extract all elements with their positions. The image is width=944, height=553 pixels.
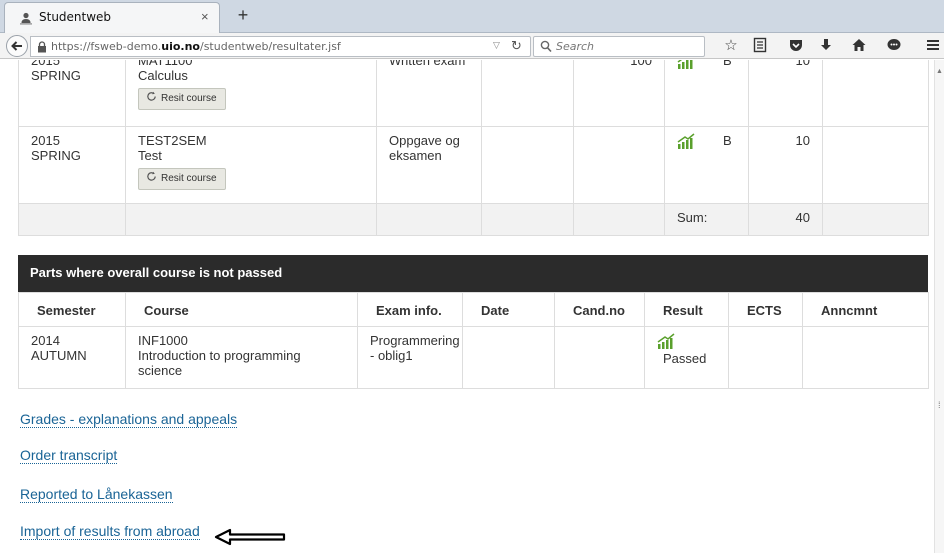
table-row: 2015 SPRING MAT1100 Calculus Resit cours… xyxy=(18,60,929,127)
link-import-results-abroad[interactable]: Import of results from abroad xyxy=(20,523,200,540)
chat-icon[interactable] xyxy=(885,37,903,55)
left-arrow-icon xyxy=(214,528,286,546)
bookmark-star-icon[interactable]: ☆ xyxy=(722,37,740,55)
sum-row: Sum: 40 xyxy=(18,203,929,236)
ects-cell: 10 xyxy=(748,126,823,204)
sum-label: Sum: xyxy=(664,203,749,236)
url-text: https://fsweb-demo.uio.no/studentweb/res… xyxy=(51,40,341,53)
ects-cell: 10 xyxy=(748,60,823,127)
grade-cell: B xyxy=(664,126,749,204)
column-header-exam-info[interactable]: Exam info. xyxy=(357,292,463,327)
address-bar[interactable]: https://fsweb-demo.uio.no/studentweb/res… xyxy=(30,36,531,57)
semester-cell: 2015 SPRING xyxy=(18,60,126,127)
column-header-course[interactable]: Course xyxy=(125,292,358,327)
ects-cell xyxy=(728,326,803,389)
column-header-anncmnt[interactable]: Anncmnt xyxy=(802,292,929,327)
cycle-icon xyxy=(147,171,156,181)
sum-value: 40 xyxy=(748,203,823,236)
column-header-result[interactable]: Result xyxy=(644,292,729,327)
page-content: 2015 SPRING MAT1100 Calculus Resit cours… xyxy=(0,60,944,553)
back-button[interactable] xyxy=(6,35,28,57)
user-favicon-icon xyxy=(20,12,32,25)
link-order-transcript[interactable]: Order transcript xyxy=(20,447,118,464)
scroll-grip-icon[interactable]: ⁞ xyxy=(938,400,941,410)
column-header-ects[interactable]: ECTS xyxy=(728,292,803,327)
reading-list-icon[interactable] xyxy=(751,37,769,55)
cand-no-cell: 100 xyxy=(573,60,665,127)
announcement-cell xyxy=(822,60,929,127)
course-code: INF1000 xyxy=(138,333,188,348)
resit-course-button[interactable]: Resit course xyxy=(138,88,226,110)
date-cell xyxy=(481,60,574,127)
new-tab-button[interactable]: + xyxy=(230,5,256,27)
scroll-up-arrow-icon[interactable]: ▲ xyxy=(936,68,943,75)
bar-chart-trend-icon xyxy=(657,333,675,349)
results-table: 2015 SPRING MAT1100 Calculus Resit cours… xyxy=(18,60,929,236)
course-code: MAT1100 xyxy=(138,60,193,68)
exam-info-cell: Programmering - oblig1 xyxy=(357,326,463,389)
resit-label: Resit course xyxy=(161,93,217,104)
column-header-semester[interactable]: Semester xyxy=(18,292,126,327)
grade-cell: B xyxy=(664,60,749,127)
exam-info-cell: Written exam xyxy=(376,60,482,127)
column-header-date[interactable]: Date xyxy=(462,292,555,327)
table-row: 2015 SPRING TEST2SEM Test Resit course O… xyxy=(18,126,929,204)
scrollbar[interactable] xyxy=(934,60,944,553)
resit-label: Resit course xyxy=(161,173,217,184)
announcement-cell xyxy=(802,326,929,389)
tab-title: Studentweb xyxy=(39,10,112,24)
announcement-cell xyxy=(822,126,929,204)
back-arrow-icon xyxy=(11,41,22,51)
tab-close-icon[interactable]: × xyxy=(201,9,209,24)
menu-icon[interactable] xyxy=(924,37,942,55)
section-title: Parts where overall course is not passed xyxy=(18,255,928,292)
browser-tab[interactable]: Studentweb × xyxy=(4,2,220,33)
semester-cell: 2014 AUTUMN xyxy=(18,326,126,389)
home-icon[interactable] xyxy=(850,37,868,55)
download-icon[interactable] xyxy=(817,37,835,55)
bar-chart-trend-icon xyxy=(677,133,695,149)
result-cell: Passed xyxy=(644,326,729,389)
semester-cell: 2015 SPRING xyxy=(18,126,126,204)
exam-info-cell: Oppgave og eksamen xyxy=(376,126,482,204)
cand-no-cell xyxy=(554,326,645,389)
course-name: Introduction to programming science xyxy=(138,348,301,378)
result-text: Passed xyxy=(663,351,707,366)
course-cell: TEST2SEM Test Resit course xyxy=(125,126,377,204)
not-passed-table: Semester Course Exam info. Date Cand.no … xyxy=(18,292,929,389)
date-cell xyxy=(481,126,574,204)
course-name: Calculus xyxy=(138,68,188,83)
course-code: TEST2SEM xyxy=(138,133,207,148)
table-row: 2014 AUTUMN INF1000 Introduction to prog… xyxy=(18,326,929,389)
link-grades-explanations[interactable]: Grades - explanations and appeals xyxy=(20,411,238,428)
browser-tab-bar: Studentweb × + xyxy=(0,0,944,33)
url-history-dropdown-icon[interactable]: ▽ xyxy=(493,40,500,51)
course-cell: MAT1100 Calculus Resit course xyxy=(125,60,377,127)
search-placeholder: Search xyxy=(556,40,595,53)
course-cell: INF1000 Introduction to programming scie… xyxy=(125,326,358,389)
cand-no-cell xyxy=(573,126,665,204)
grade-letter: B xyxy=(723,60,732,68)
link-reported-lanekassen[interactable]: Reported to Lånekassen xyxy=(20,486,173,503)
search-icon xyxy=(540,40,552,53)
bar-chart-trend-icon xyxy=(677,60,693,69)
reload-icon[interactable]: ↻ xyxy=(511,38,522,54)
cycle-icon xyxy=(147,91,156,101)
navigation-toolbar: https://fsweb-demo.uio.no/studentweb/res… xyxy=(0,33,944,59)
header-row: Semester Course Exam info. Date Cand.no … xyxy=(18,292,929,327)
column-header-cand-no[interactable]: Cand.no xyxy=(554,292,645,327)
pocket-icon[interactable] xyxy=(787,37,805,55)
date-cell xyxy=(462,326,555,389)
search-bar[interactable]: Search xyxy=(533,36,705,57)
grade-letter: B xyxy=(723,133,732,148)
course-name: Test xyxy=(138,148,162,163)
resit-course-button[interactable]: Resit course xyxy=(138,168,226,190)
lock-icon xyxy=(38,41,46,53)
